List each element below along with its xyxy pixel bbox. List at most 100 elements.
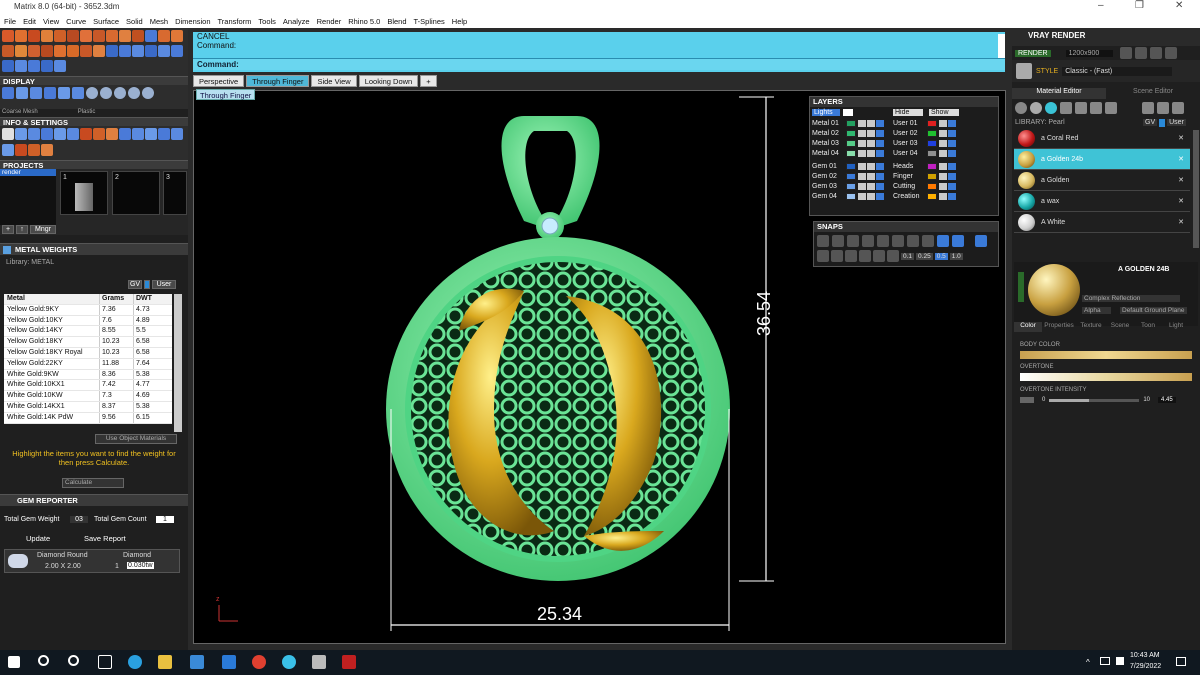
info-icon[interactable] — [15, 143, 27, 156]
clock-date[interactable]: 7/29/2022 — [1130, 663, 1161, 670]
project-slot[interactable]: 1 — [60, 171, 108, 215]
tool-icon[interactable] — [67, 45, 79, 57]
tool-icon[interactable] — [15, 30, 27, 42]
material-icon[interactable] — [1045, 102, 1057, 114]
preview-toggle[interactable] — [1018, 272, 1024, 302]
info-icon[interactable] — [106, 128, 118, 140]
table-row[interactable]: White Gold:10KX1 7.42 4.77 — [4, 380, 172, 392]
table-row[interactable]: Yellow Gold:18KY 10.23 6.58 — [4, 337, 172, 348]
material-icon[interactable] — [1105, 102, 1117, 114]
snap-icon[interactable] — [907, 235, 919, 247]
table-scrollbar[interactable] — [174, 294, 182, 432]
tool-icon[interactable] — [2, 60, 14, 72]
snap-icon[interactable] — [847, 235, 859, 247]
menu-file[interactable]: File — [4, 17, 16, 26]
layer-row[interactable]: Gem 04 — [812, 191, 885, 201]
table-row[interactable]: White Gold:14KX1 8.37 5.38 — [4, 401, 172, 413]
network-icon[interactable] — [1100, 657, 1110, 665]
snap-value[interactable]: 0.5 — [934, 252, 948, 260]
menu-analyze[interactable]: Analyze — [283, 17, 310, 26]
table-row[interactable]: Yellow Gold:18KY Royal 10.23 6.58 — [4, 347, 172, 359]
layer-row[interactable]: Heads — [893, 161, 957, 171]
tool-icon[interactable] — [54, 60, 66, 72]
snap-icon[interactable] — [975, 235, 987, 247]
tool-icon[interactable] — [41, 45, 53, 57]
material-icon[interactable] — [1142, 102, 1154, 114]
cortana-icon[interactable] — [68, 655, 79, 666]
tab-looking-down[interactable]: Looking Down — [358, 75, 419, 87]
render-button[interactable]: RENDER — [1015, 49, 1051, 57]
viewport-name-tag[interactable]: Through Finger — [196, 89, 256, 100]
mail-icon[interactable] — [222, 655, 236, 669]
layer-row[interactable]: User 03 — [893, 138, 957, 148]
tool-icon[interactable] — [54, 30, 66, 42]
info-icon[interactable] — [28, 128, 40, 140]
project-slot[interactable]: 3 — [163, 171, 187, 215]
menu-view[interactable]: View — [43, 17, 59, 26]
close-icon[interactable]: ✕ — [1175, 0, 1183, 11]
tool-icon[interactable] — [28, 60, 40, 72]
tool-icon[interactable] — [80, 30, 92, 42]
gem-report-row[interactable]: Diamond Round Diamond 2.00 X 2.00 1 0.03… — [4, 549, 180, 573]
tab-light[interactable]: Light — [1162, 322, 1190, 332]
snap-icon[interactable] — [817, 250, 829, 262]
snap-icon[interactable] — [952, 235, 964, 247]
info-icon[interactable] — [67, 128, 79, 140]
show-button[interactable]: Show — [929, 109, 959, 116]
snap-icon[interactable] — [922, 235, 934, 247]
ground-plane-select[interactable]: Default Ground Plane — [1120, 307, 1187, 314]
menu-transform[interactable]: Transform — [218, 17, 252, 26]
menu-tsplines[interactable]: T-Splines — [414, 17, 445, 26]
snap-icon[interactable] — [831, 250, 843, 262]
tool-icon[interactable] — [145, 45, 157, 57]
info-icon[interactable] — [119, 128, 131, 140]
tool-icon[interactable] — [54, 45, 66, 57]
tab-material-editor[interactable]: Material Editor — [1012, 88, 1106, 99]
update-button[interactable]: Update — [26, 534, 50, 543]
menu-curve[interactable]: Curve — [66, 17, 86, 26]
info-icon[interactable] — [80, 128, 92, 140]
layer-row[interactable]: User 04 — [893, 148, 957, 158]
intensity-value[interactable]: 4.45 — [1158, 397, 1176, 403]
material-icon[interactable] — [1060, 102, 1072, 114]
info-icon[interactable] — [41, 143, 53, 156]
info-icon[interactable] — [132, 128, 144, 140]
snap-icon[interactable] — [862, 235, 874, 247]
layer-row[interactable]: Finger — [893, 171, 957, 181]
snap-icon[interactable] — [845, 250, 857, 262]
info-icon[interactable] — [28, 143, 40, 156]
settings-icon[interactable] — [2, 128, 14, 140]
use-object-materials-button[interactable]: Use Object Materials — [95, 434, 177, 444]
info-icon[interactable] — [158, 128, 170, 140]
layer-row[interactable]: Gem 03 — [812, 181, 885, 191]
app-icon[interactable] — [312, 655, 326, 669]
display-icon[interactable] — [2, 87, 14, 99]
tool-icon[interactable] — [106, 45, 118, 57]
layer-row[interactable]: Metal 04 — [812, 148, 885, 158]
list-item[interactable]: a wax ✕ — [1014, 191, 1190, 212]
table-row[interactable]: Yellow Gold:9KY 7.36 4.73 — [4, 304, 172, 316]
tool-icon[interactable] — [145, 30, 157, 42]
project-slot[interactable]: 2 — [112, 171, 160, 215]
command-input[interactable]: Command: — [193, 58, 1005, 70]
tab-side-view[interactable]: Side View — [311, 75, 357, 87]
render-icon[interactable] — [1165, 47, 1178, 59]
menu-help[interactable]: Help — [452, 17, 467, 26]
table-row[interactable]: White Gold:9KW 8.36 5.38 — [4, 369, 172, 381]
notifications-icon[interactable] — [1176, 657, 1186, 666]
layer-row[interactable]: Metal 02 — [812, 128, 885, 138]
edge-icon[interactable] — [128, 655, 142, 669]
tool-icon[interactable] — [171, 45, 183, 57]
tool-icon[interactable] — [106, 30, 118, 42]
table-row[interactable]: Yellow Gold:14KY 8.55 5.5 — [4, 326, 172, 338]
task-view-icon[interactable] — [98, 655, 112, 669]
layer-row[interactable]: User 01 — [893, 118, 957, 128]
material-icon[interactable] — [1172, 102, 1184, 114]
layer-row[interactable]: Metal 03 — [812, 138, 885, 148]
lights-button[interactable]: Lights — [812, 109, 840, 116]
overtone-bar[interactable] — [1020, 373, 1192, 381]
tool-icon[interactable] — [67, 30, 79, 42]
lock-icon[interactable] — [1159, 118, 1166, 127]
snap-icon[interactable] — [832, 235, 844, 247]
minimize-icon[interactable]: – — [1098, 0, 1104, 11]
